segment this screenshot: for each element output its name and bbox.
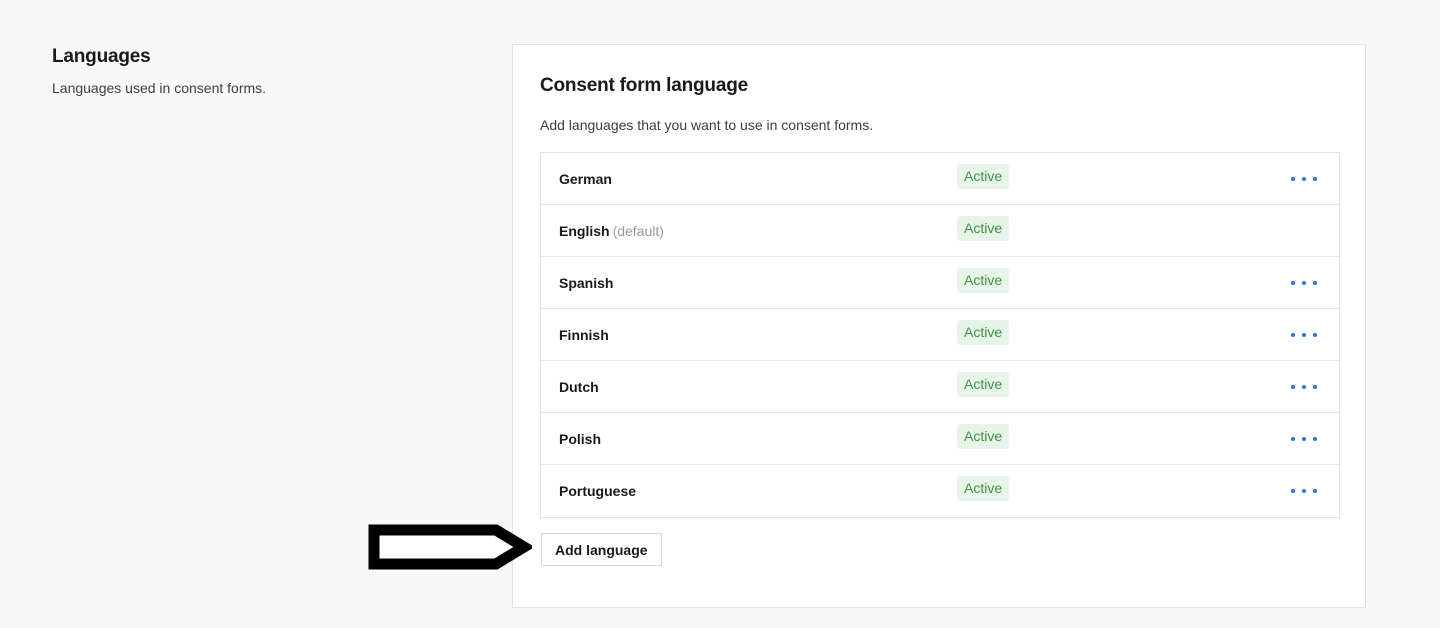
language-name-text: German	[559, 170, 612, 187]
card-title: Consent form language	[540, 75, 748, 96]
language-name: German	[559, 171, 612, 187]
language-name-text: Spanish	[559, 274, 614, 291]
language-row[interactable]: Finnish Active	[541, 309, 1339, 361]
language-name-text: Finnish	[559, 326, 609, 343]
language-name: Finnish	[559, 327, 609, 343]
status-badge: Active	[957, 476, 1010, 501]
language-name: English (default)	[559, 223, 664, 239]
row-overflow-menu-icon[interactable]	[1291, 377, 1317, 397]
language-name: Portuguese	[559, 483, 636, 499]
language-list: German Active English (default) Active Spanis…	[540, 152, 1340, 518]
row-overflow-menu-icon[interactable]	[1291, 273, 1317, 293]
section-description: Languages Languages used in consent form…	[52, 44, 452, 98]
status-badge: Active	[957, 320, 1010, 345]
add-language-button[interactable]: Add language	[541, 533, 662, 566]
language-name-text: Dutch	[559, 378, 599, 395]
language-row[interactable]: Spanish Active	[541, 257, 1339, 309]
language-row[interactable]: Dutch Active	[541, 361, 1339, 413]
status-badge: Active	[957, 216, 1010, 241]
language-row[interactable]: Polish Active	[541, 413, 1339, 465]
language-default-label: (default)	[612, 222, 664, 239]
language-name: Spanish	[559, 275, 613, 291]
status-badge: Active	[957, 268, 1010, 293]
status-badge: Active	[957, 372, 1010, 397]
language-name: Polish	[559, 431, 601, 447]
page-subtitle: Languages used in consent forms.	[52, 80, 267, 96]
row-overflow-menu-icon[interactable]	[1291, 325, 1317, 345]
language-name-text: Portuguese	[559, 483, 637, 499]
language-row[interactable]: English (default) Active	[541, 205, 1339, 257]
status-badge: Active	[957, 164, 1010, 189]
annotation-arrow-icon	[368, 524, 532, 570]
language-row[interactable]: Portuguese Active	[541, 465, 1339, 517]
language-name-text: English	[559, 222, 610, 239]
status-badge: Active	[957, 424, 1010, 449]
language-name: Dutch	[559, 379, 599, 395]
language-row[interactable]: German Active	[541, 153, 1339, 205]
card-description: Add languages that you want to use in co…	[540, 117, 874, 133]
row-overflow-menu-icon[interactable]	[1291, 169, 1317, 189]
row-overflow-menu-icon[interactable]	[1291, 429, 1317, 449]
row-overflow-menu-icon[interactable]	[1291, 481, 1317, 501]
page-title: Languages	[52, 46, 151, 67]
consent-form-language-card: Consent form language Add languages that…	[512, 44, 1366, 608]
language-name-text: Polish	[559, 430, 602, 447]
